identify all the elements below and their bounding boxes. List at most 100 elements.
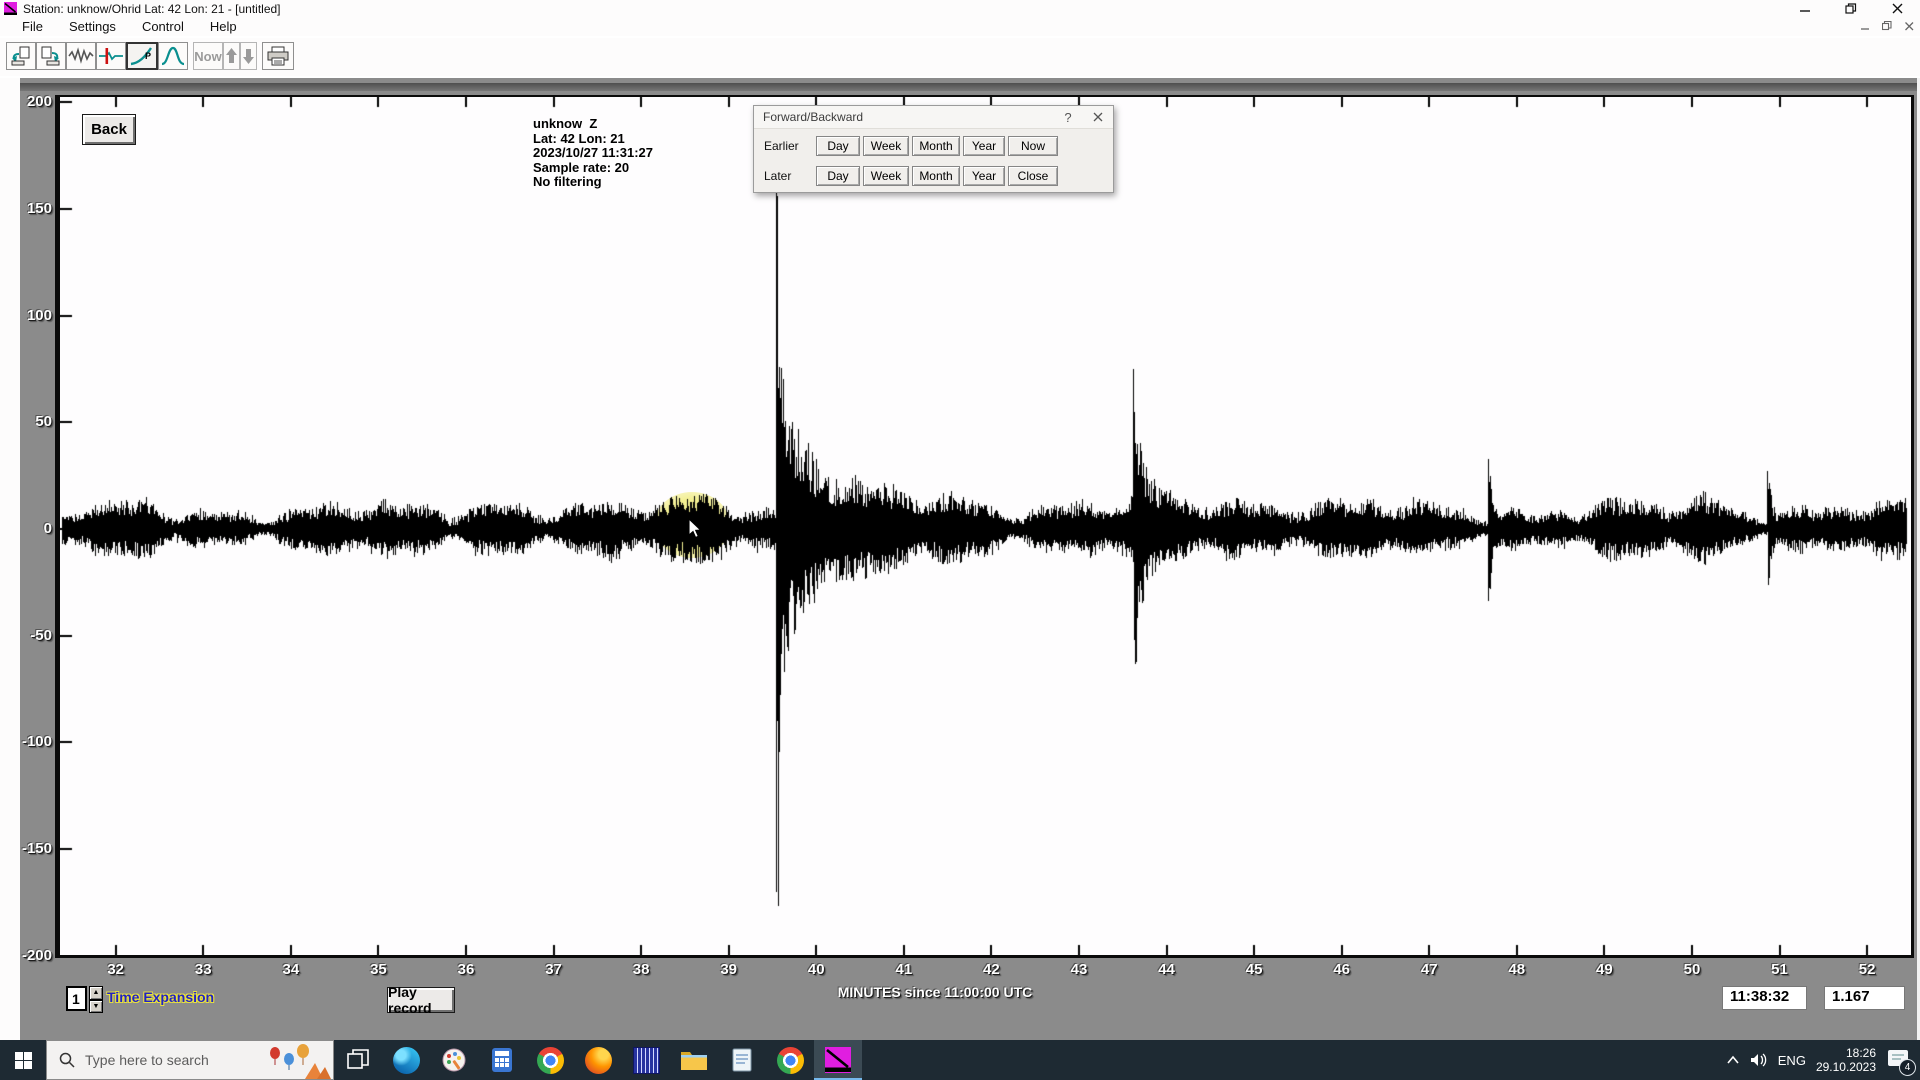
taskbar-icon-notepad[interactable] xyxy=(718,1040,766,1080)
dialog-titlebar[interactable]: Forward/Backward ? xyxy=(754,106,1113,129)
back-button[interactable]: Back xyxy=(82,114,136,145)
dialog-later-week-button[interactable]: Week xyxy=(863,166,909,186)
y-axis-label: 0 xyxy=(0,520,52,537)
x-axis-label: 32 xyxy=(86,961,146,978)
child-window-controls xyxy=(1858,20,1916,32)
clock[interactable]: 18:26 29.10.2023 xyxy=(1816,1046,1876,1074)
info-line: No filtering xyxy=(533,175,653,190)
info-line: Lat: 42 Lon: 21 xyxy=(533,132,653,147)
taskbar-icon-edge[interactable] xyxy=(382,1040,430,1080)
printer-icon xyxy=(266,45,290,67)
y-axis-label: -150 xyxy=(0,840,52,857)
y-axis-label: 50 xyxy=(0,413,52,430)
dialog-close-button[interactable] xyxy=(1083,110,1113,125)
start-button[interactable] xyxy=(0,1040,46,1080)
x-axis-label: 39 xyxy=(699,961,759,978)
time-expansion-value[interactable]: 1 xyxy=(66,986,87,1011)
child-restore-button[interactable] xyxy=(1880,20,1894,32)
dialog-earlier-day-button[interactable]: Day xyxy=(816,136,860,156)
language-indicator[interactable]: ENG xyxy=(1778,1053,1806,1068)
taskbar-icon-task-view[interactable] xyxy=(334,1040,382,1080)
export-record-icon xyxy=(39,45,63,67)
time-expansion-spinner: ▲ ▼ xyxy=(89,986,103,1013)
plot-top-groove xyxy=(20,83,1917,91)
dialog-later-year-button[interactable]: Year xyxy=(963,166,1005,186)
y-axis-label: -200 xyxy=(0,947,52,964)
plot-border xyxy=(55,955,1914,958)
play-record-button[interactable]: Play record xyxy=(387,987,455,1013)
x-axis-label: 38 xyxy=(611,961,671,978)
windows-logo-icon xyxy=(15,1052,32,1069)
scroll-down-button[interactable] xyxy=(240,42,257,70)
taskbar-icon-chrome[interactable] xyxy=(526,1040,574,1080)
taskbar-icon-file-explorer[interactable] xyxy=(670,1040,718,1080)
search-box[interactable] xyxy=(46,1040,334,1080)
phase-pick-icon xyxy=(98,45,124,67)
dialog-title: Forward/Backward xyxy=(763,110,1053,124)
p-phase-icon: P xyxy=(129,45,155,67)
waveform-button[interactable] xyxy=(66,42,96,70)
now-button[interactable]: Now xyxy=(193,42,223,70)
maximize-button[interactable] xyxy=(1828,0,1874,17)
child-close-button[interactable] xyxy=(1902,20,1916,32)
taskbar-icon-paint[interactable] xyxy=(430,1040,478,1080)
taskbar-icon-seismogram-viewer[interactable] xyxy=(622,1040,670,1080)
close-button[interactable] xyxy=(1874,0,1920,17)
taskbar-icon-calculator[interactable] xyxy=(478,1040,526,1080)
dialog-help-button[interactable]: ? xyxy=(1053,110,1083,125)
station-info: unknow ZLat: 42 Lon: 212023/10/27 11:31:… xyxy=(533,117,653,190)
forward-backward-dialog: Forward/Backward ? EarlierDayWeekMonthYe… xyxy=(753,105,1114,193)
dialog-earlier-week-button[interactable]: Week xyxy=(863,136,909,156)
dialog-later-day-button[interactable]: Day xyxy=(816,166,860,186)
x-axis-label: 52 xyxy=(1837,961,1897,978)
child-minimize-button[interactable] xyxy=(1858,20,1872,32)
x-axis-label: 41 xyxy=(874,961,934,978)
menu-file[interactable]: File xyxy=(22,19,43,34)
info-line: unknow Z xyxy=(533,117,653,132)
open-record-button[interactable] xyxy=(6,42,36,70)
scroll-up-button[interactable] xyxy=(223,42,240,70)
x-axis-label: 50 xyxy=(1662,961,1722,978)
dialog-label-earlier: Earlier xyxy=(764,139,816,153)
dialog-earlier-now-button[interactable]: Now xyxy=(1008,136,1058,156)
clock-date: 29.10.2023 xyxy=(1816,1060,1876,1074)
dialog-later-close-button[interactable]: Close xyxy=(1008,166,1058,186)
notification-badge: 4 xyxy=(1899,1059,1916,1076)
gaussian-filter-button[interactable] xyxy=(158,42,188,70)
screen: Station: unknow/Ohrid Lat: 42 Lon: 21 - … xyxy=(0,0,1920,1080)
taskbar-icon-firefox[interactable] xyxy=(574,1040,622,1080)
y-axis-label: 200 xyxy=(0,93,52,110)
dialog-earlier-year-button[interactable]: Year xyxy=(963,136,1005,156)
spinner-up-button[interactable]: ▲ xyxy=(89,986,103,1000)
waveform-icon xyxy=(68,45,94,67)
info-line: Sample rate: 20 xyxy=(533,161,653,176)
taskbar-icon-chrome-2[interactable] xyxy=(766,1040,814,1080)
spinner-down-button[interactable]: ▼ xyxy=(89,1000,103,1014)
minimize-button[interactable] xyxy=(1782,0,1828,17)
x-axis-label: 34 xyxy=(261,961,321,978)
window-title: Station: unknow/Ohrid Lat: 42 Lon: 21 - … xyxy=(23,2,281,16)
dialog-later-month-button[interactable]: Month xyxy=(912,166,960,186)
phase-pick-button[interactable] xyxy=(96,42,126,70)
left-margin xyxy=(0,78,20,1040)
seismogram-trace[interactable] xyxy=(60,97,1911,955)
notifications-button[interactable]: 4 xyxy=(1886,1047,1912,1073)
menu-help[interactable]: Help xyxy=(210,19,237,34)
print-button[interactable] xyxy=(262,42,294,70)
info-line: 2023/10/27 11:31:27 xyxy=(533,146,653,161)
x-axis-label: 49 xyxy=(1574,961,1634,978)
menu-settings[interactable]: Settings xyxy=(69,19,116,34)
p-phase-button[interactable]: P xyxy=(126,42,158,70)
y-axis-label: -100 xyxy=(0,733,52,750)
export-record-button[interactable] xyxy=(36,42,66,70)
search-input[interactable] xyxy=(83,1051,247,1069)
menu-control[interactable]: Control xyxy=(142,19,184,34)
dialog-label-later: Later xyxy=(764,169,816,183)
speaker-icon[interactable] xyxy=(1750,1052,1768,1068)
chevron-up-icon[interactable] xyxy=(1726,1055,1740,1065)
taskbar-icon-seisgram-app[interactable] xyxy=(814,1040,862,1080)
dialog-earlier-month-button[interactable]: Month xyxy=(912,136,960,156)
down-arrow-icon xyxy=(242,47,255,65)
taskbar: ENG 18:26 29.10.2023 4 xyxy=(0,1040,1920,1080)
x-axis-label: 35 xyxy=(348,961,408,978)
